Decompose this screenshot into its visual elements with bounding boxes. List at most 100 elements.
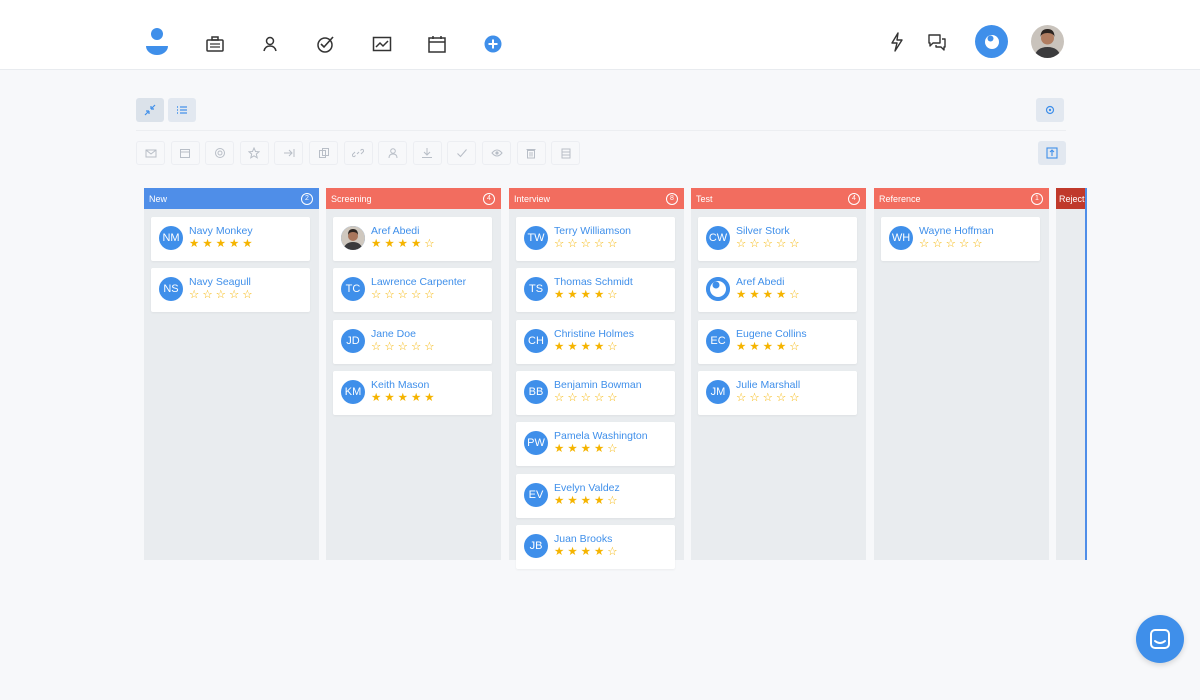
star-empty-icon[interactable]: ☆	[398, 341, 408, 353]
candidate-name[interactable]: Terry Williamson	[554, 225, 631, 237]
candidate-name[interactable]: Evelyn Valdez	[554, 482, 620, 494]
star-empty-icon[interactable]: ☆	[789, 392, 799, 404]
star-filled-icon[interactable]: ★	[581, 546, 591, 558]
candidate-name[interactable]: Keith Mason	[371, 379, 429, 391]
collapse-view-button[interactable]	[136, 98, 164, 122]
star-rating[interactable]: ★ ★ ★ ★ ☆	[554, 495, 618, 507]
star-empty-icon[interactable]: ☆	[581, 238, 591, 250]
candidate-name[interactable]: Lawrence Carpenter	[371, 276, 466, 288]
star-filled-icon[interactable]: ★	[763, 289, 773, 301]
star-rating[interactable]: ★ ★ ★ ★ ☆	[554, 289, 618, 301]
star-filled-icon[interactable]: ★	[736, 341, 746, 353]
star-filled-icon[interactable]: ★	[398, 392, 408, 404]
column-screening[interactable]: Screening 4 Aref Abedi ★ ★ ★ ★ ☆ TC Lawrence Carp…	[326, 188, 501, 560]
reports-chart-icon[interactable]	[371, 33, 393, 55]
star-empty-icon[interactable]: ☆	[242, 289, 252, 301]
star-empty-icon[interactable]: ☆	[554, 238, 564, 250]
star-empty-icon[interactable]: ☆	[607, 238, 617, 250]
candidate-name[interactable]: Benjamin Bowman	[554, 379, 642, 391]
star-empty-icon[interactable]: ☆	[749, 238, 759, 250]
star-empty-icon[interactable]: ☆	[424, 238, 434, 250]
user-avatar[interactable]	[1031, 25, 1064, 58]
star-filled-icon[interactable]: ★	[594, 546, 604, 558]
star-filled-icon[interactable]: ★	[594, 495, 604, 507]
star-empty-icon[interactable]: ☆	[736, 238, 746, 250]
candidate-card[interactable]: EV Evelyn Valdez ★ ★ ★ ★ ☆	[516, 473, 675, 518]
email-action-button[interactable]	[136, 141, 165, 165]
export-button[interactable]	[1038, 141, 1066, 165]
star-empty-icon[interactable]: ☆	[384, 341, 394, 353]
candidate-card[interactable]: CH Christine Holmes ★ ★ ★ ★ ☆	[516, 319, 675, 364]
star-empty-icon[interactable]: ☆	[189, 289, 199, 301]
star-filled-icon[interactable]: ★	[763, 341, 773, 353]
candidate-card[interactable]: WH Wayne Hoffman ☆ ☆ ☆ ☆ ☆	[881, 217, 1040, 261]
candidate-name[interactable]: Eugene Collins	[736, 328, 807, 340]
star-empty-icon[interactable]: ☆	[932, 238, 942, 250]
chat-icon[interactable]	[927, 32, 949, 54]
star-empty-icon[interactable]: ☆	[607, 289, 617, 301]
candidate-card[interactable]: Aref Abedi ★ ★ ★ ★ ☆	[333, 217, 492, 261]
candidate-card[interactable]: CW Silver Stork ☆ ☆ ☆ ☆ ☆	[698, 217, 857, 261]
candidate-card[interactable]: JB Juan Brooks ★ ★ ★ ★ ☆	[516, 524, 675, 569]
star-empty-icon[interactable]: ☆	[776, 238, 786, 250]
column-new[interactable]: New 2 NM Navy Monkey ★ ★ ★ ★ ★ NS Navy Seagull ☆ ☆ ☆ ☆…	[144, 188, 319, 560]
star-filled-icon[interactable]: ★	[384, 392, 394, 404]
star-empty-icon[interactable]: ☆	[776, 392, 786, 404]
star-filled-icon[interactable]: ★	[424, 392, 434, 404]
star-filled-icon[interactable]: ★	[776, 341, 786, 353]
star-empty-icon[interactable]: ☆	[919, 238, 929, 250]
candidate-name[interactable]: Silver Stork	[736, 225, 790, 237]
star-rating[interactable]: ☆ ☆ ☆ ☆ ☆	[189, 289, 253, 301]
candidate-card[interactable]: TC Lawrence Carpenter ☆ ☆ ☆ ☆ ☆	[333, 268, 492, 313]
list-view-button[interactable]	[168, 98, 196, 122]
candidate-name[interactable]: Pamela Washington	[554, 430, 648, 442]
settings-button[interactable]	[1036, 98, 1064, 122]
star-empty-icon[interactable]: ☆	[789, 238, 799, 250]
star-rating[interactable]: ☆ ☆ ☆ ☆ ☆	[736, 238, 800, 250]
star-filled-icon[interactable]: ★	[567, 289, 577, 301]
star-empty-icon[interactable]: ☆	[411, 341, 421, 353]
star-filled-icon[interactable]: ★	[242, 238, 252, 250]
star-empty-icon[interactable]: ☆	[763, 238, 773, 250]
star-empty-icon[interactable]: ☆	[371, 341, 381, 353]
candidate-card[interactable]: NS Navy Seagull ☆ ☆ ☆ ☆ ☆	[151, 268, 310, 313]
star-empty-icon[interactable]: ☆	[424, 341, 434, 353]
star-rating[interactable]: ★ ★ ★ ★ ☆	[554, 546, 618, 558]
candidate-card[interactable]: EC Eugene Collins ★ ★ ★ ★ ☆	[698, 319, 857, 364]
check-action-button[interactable]	[447, 141, 477, 165]
star-empty-icon[interactable]: ☆	[749, 392, 759, 404]
star-rating[interactable]: ☆ ☆ ☆ ☆ ☆	[371, 341, 435, 353]
star-rating[interactable]: ★ ★ ★ ★ ☆	[554, 443, 618, 455]
candidate-name[interactable]: Navy Seagull	[189, 276, 251, 288]
star-rating[interactable]: ★ ★ ★ ★ ☆	[554, 341, 618, 353]
star-empty-icon[interactable]: ☆	[567, 392, 577, 404]
star-empty-icon[interactable]: ☆	[607, 443, 617, 455]
star-filled-icon[interactable]: ★	[554, 495, 564, 507]
jobs-briefcase-icon[interactable]	[204, 33, 226, 55]
star-empty-icon[interactable]: ☆	[763, 392, 773, 404]
star-filled-icon[interactable]: ★	[189, 238, 199, 250]
candidate-card[interactable]: Aref Abedi ★ ★ ★ ★ ☆	[698, 268, 857, 313]
star-filled-icon[interactable]: ★	[749, 289, 759, 301]
star-action-button[interactable]	[239, 141, 269, 165]
star-filled-icon[interactable]: ★	[594, 289, 604, 301]
star-filled-icon[interactable]: ★	[567, 495, 577, 507]
star-filled-icon[interactable]: ★	[371, 392, 381, 404]
star-filled-icon[interactable]: ★	[776, 289, 786, 301]
logo-icon[interactable]	[143, 27, 171, 57]
chat-launcher-button[interactable]	[1136, 615, 1184, 663]
star-rating[interactable]: ☆ ☆ ☆ ☆ ☆	[554, 392, 618, 404]
star-filled-icon[interactable]: ★	[554, 289, 564, 301]
candidates-icon[interactable]	[259, 33, 281, 55]
star-filled-icon[interactable]: ★	[554, 546, 564, 558]
star-empty-icon[interactable]: ☆	[594, 238, 604, 250]
calendar-action-button[interactable]	[170, 141, 200, 165]
star-rating[interactable]: ☆ ☆ ☆ ☆ ☆	[371, 289, 435, 301]
star-filled-icon[interactable]: ★	[229, 238, 239, 250]
candidate-card[interactable]: NM Navy Monkey ★ ★ ★ ★ ★	[151, 217, 310, 261]
star-filled-icon[interactable]: ★	[581, 341, 591, 353]
calendar-icon[interactable]	[426, 33, 448, 55]
candidate-name[interactable]: Wayne Hoffman	[919, 225, 994, 237]
star-filled-icon[interactable]: ★	[371, 238, 381, 250]
star-rating[interactable]: ★ ★ ★ ★ ☆	[371, 238, 435, 250]
